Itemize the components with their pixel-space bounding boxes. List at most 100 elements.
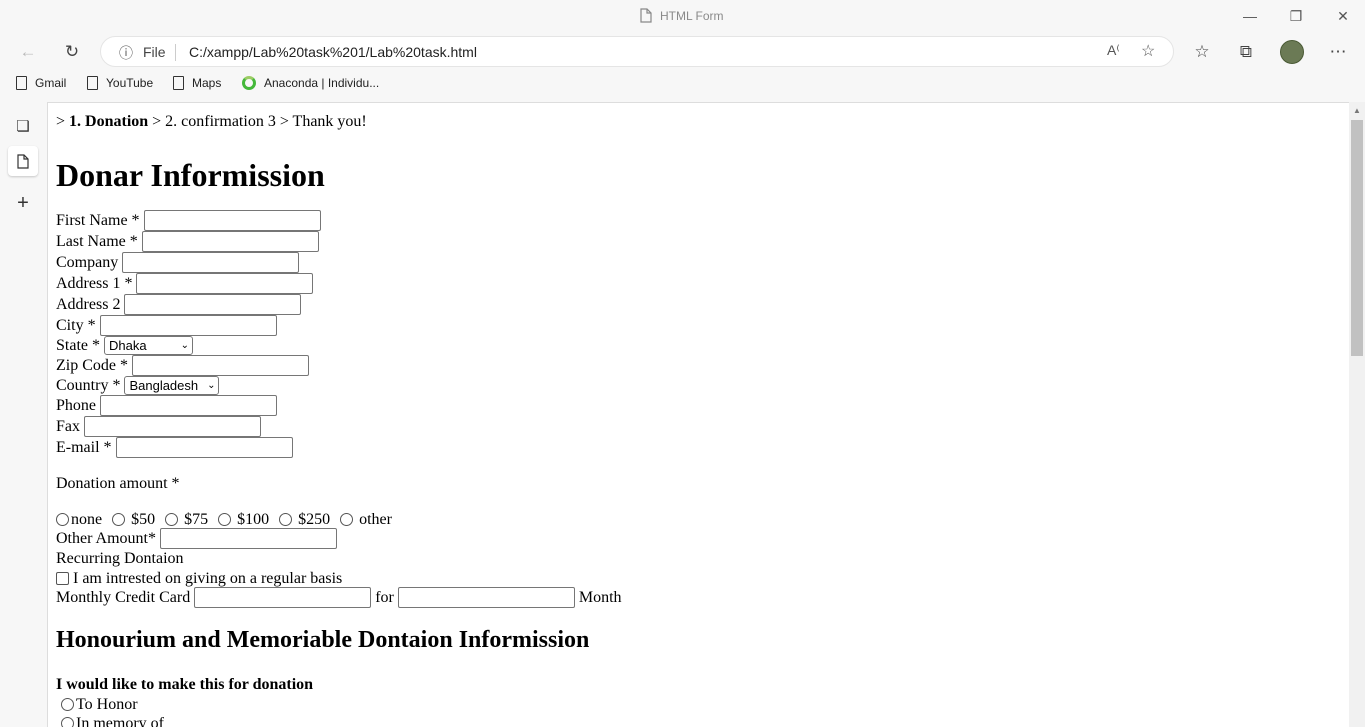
zip-row: Zip Code *: [56, 355, 309, 376]
window-title: HTML Form: [640, 8, 724, 23]
bookmark-label: Gmail: [35, 76, 67, 90]
donation-radio-250[interactable]: [279, 513, 293, 526]
city-label: City *: [56, 316, 96, 334]
state-row: State * Dhaka ⌄: [56, 335, 193, 356]
email-input[interactable]: [115, 437, 293, 458]
email-label: E-mail *: [56, 438, 112, 456]
title-bar: HTML Form — ❐ ✕: [0, 0, 1365, 34]
donation-option-label: $250: [298, 510, 331, 528]
other-amount-input[interactable]: [160, 528, 337, 549]
in-memory-radio[interactable]: [61, 717, 74, 727]
to-honor-label: To Honor: [76, 695, 138, 713]
more-icon[interactable]: ⋯: [1327, 42, 1349, 62]
other-amount-row: Other Amount*: [56, 528, 337, 549]
new-tab-icon[interactable]: +: [8, 188, 38, 218]
donation-radio-other[interactable]: [340, 513, 354, 526]
address-bar[interactable]: ⓘ File C:/xampp/Lab%20task%201/Lab%20tas…: [100, 36, 1174, 67]
page-icon: [640, 8, 652, 23]
donation-option-label: $75: [184, 510, 209, 528]
address1-input[interactable]: [136, 273, 314, 294]
address2-input[interactable]: [124, 294, 302, 315]
zip-input[interactable]: [132, 355, 309, 376]
read-aloud-icon[interactable]: A⁽: [1107, 42, 1120, 59]
breadcrumb-prefix: >: [56, 112, 66, 130]
chevron-down-icon: ⌄: [207, 380, 216, 391]
chevron-down-icon: ⌄: [180, 340, 189, 351]
last-name-row: Last Name *: [56, 231, 319, 252]
close-icon[interactable]: ✕: [1333, 8, 1353, 25]
restore-icon[interactable]: ❐: [1286, 8, 1306, 25]
monthly-label: Monthly Credit Card: [56, 588, 191, 606]
address2-label: Address 2: [56, 295, 121, 313]
bookmark-gmail[interactable]: Gmail: [16, 76, 66, 90]
tab-html-form[interactable]: [8, 146, 38, 176]
company-label: Company: [56, 253, 119, 271]
state-select[interactable]: Dhaka ⌄: [104, 336, 193, 355]
bookmark-label: Anaconda | Individu...: [264, 76, 380, 90]
recurring-row: I am intrested on giving on a regular ba…: [51, 568, 342, 589]
minimize-icon[interactable]: —: [1240, 8, 1260, 24]
to-honor-radio[interactable]: [61, 698, 74, 711]
page-scrollbar[interactable]: ▲: [1349, 102, 1365, 727]
months-input[interactable]: [397, 587, 575, 608]
honour-subheading: I would like to make this for donation: [56, 675, 314, 693]
zip-label: Zip Code *: [56, 356, 128, 374]
bookmark-maps[interactable]: Maps: [173, 76, 221, 90]
recurring-checkbox-label: I am intrested on giving on a regular ba…: [73, 569, 343, 587]
other-amount-label: Other Amount*: [56, 529, 156, 547]
company-input[interactable]: [122, 252, 300, 273]
monthly-credit-card-input[interactable]: [194, 587, 372, 608]
add-favorite-icon[interactable]: ☆: [1141, 41, 1155, 61]
back-icon[interactable]: ←: [17, 42, 39, 62]
donation-radio-none[interactable]: [56, 513, 69, 526]
address-separator: [175, 44, 176, 61]
page-icon: [173, 76, 184, 90]
country-label: Country *: [56, 376, 121, 394]
first-name-input[interactable]: [143, 210, 321, 231]
bookmark-label: Maps: [192, 76, 222, 90]
country-row: Country * Bangladesh ⌄: [56, 375, 220, 396]
breadcrumb: > 1. Donation > 2. confirmation 3 > Than…: [56, 111, 367, 132]
donation-radio-50[interactable]: [112, 513, 126, 526]
bookmarks-bar: Gmail YouTube Maps Anaconda | Individu..…: [0, 70, 1365, 100]
for-label: for: [375, 588, 394, 606]
scrollbar-thumb[interactable]: [1351, 120, 1363, 356]
last-name-input[interactable]: [141, 231, 319, 252]
recurring-checkbox[interactable]: [56, 572, 69, 585]
honor-option-row: To Honor: [56, 694, 138, 715]
browser-toolbar: ← ↻ ⓘ File C:/xampp/Lab%20task%201/Lab%2…: [0, 34, 1365, 70]
page-icon: [87, 76, 98, 90]
address-scheme: File: [143, 44, 166, 60]
favorites-icon[interactable]: ☆: [1191, 42, 1213, 62]
profile-avatar[interactable]: [1280, 40, 1304, 64]
in-memory-label: In memory of: [76, 714, 164, 727]
scroll-up-icon[interactable]: ▲: [1353, 106, 1361, 115]
donation-radio-100[interactable]: [218, 513, 232, 526]
first-name-row: First Name *: [56, 210, 321, 231]
donation-option-label: $100: [237, 510, 270, 528]
company-row: Company: [56, 252, 300, 273]
page-viewport: > 1. Donation > 2. confirmation 3 > Than…: [47, 102, 1349, 727]
phone-input[interactable]: [100, 395, 277, 416]
monthly-row: Monthly Credit Card for Month: [56, 587, 622, 608]
info-icon[interactable]: ⓘ: [119, 43, 133, 63]
tab-actions-icon[interactable]: ❏: [8, 112, 38, 142]
page-icon: [17, 153, 29, 169]
url-text[interactable]: C:/xampp/Lab%20task%201/Lab%20task.html: [189, 44, 477, 60]
phone-row: Phone: [56, 395, 277, 416]
memory-option-row: In memory of: [56, 713, 164, 727]
page-title: Donar Informission: [56, 157, 325, 193]
city-input[interactable]: [99, 315, 277, 336]
phone-label: Phone: [56, 396, 96, 414]
country-select[interactable]: Bangladesh ⌄: [124, 376, 220, 395]
collections-icon[interactable]: ⧉: [1235, 42, 1257, 62]
last-name-label: Last Name *: [56, 232, 138, 250]
fax-input[interactable]: [84, 416, 261, 437]
month-label: Month: [578, 588, 622, 606]
donation-radio-75[interactable]: [165, 513, 179, 526]
bookmark-youtube[interactable]: YouTube: [87, 76, 153, 90]
city-row: City *: [56, 315, 277, 336]
bookmark-anaconda[interactable]: Anaconda | Individu...: [242, 76, 379, 90]
page-icon: [16, 76, 27, 90]
refresh-icon[interactable]: ↻: [61, 42, 83, 62]
